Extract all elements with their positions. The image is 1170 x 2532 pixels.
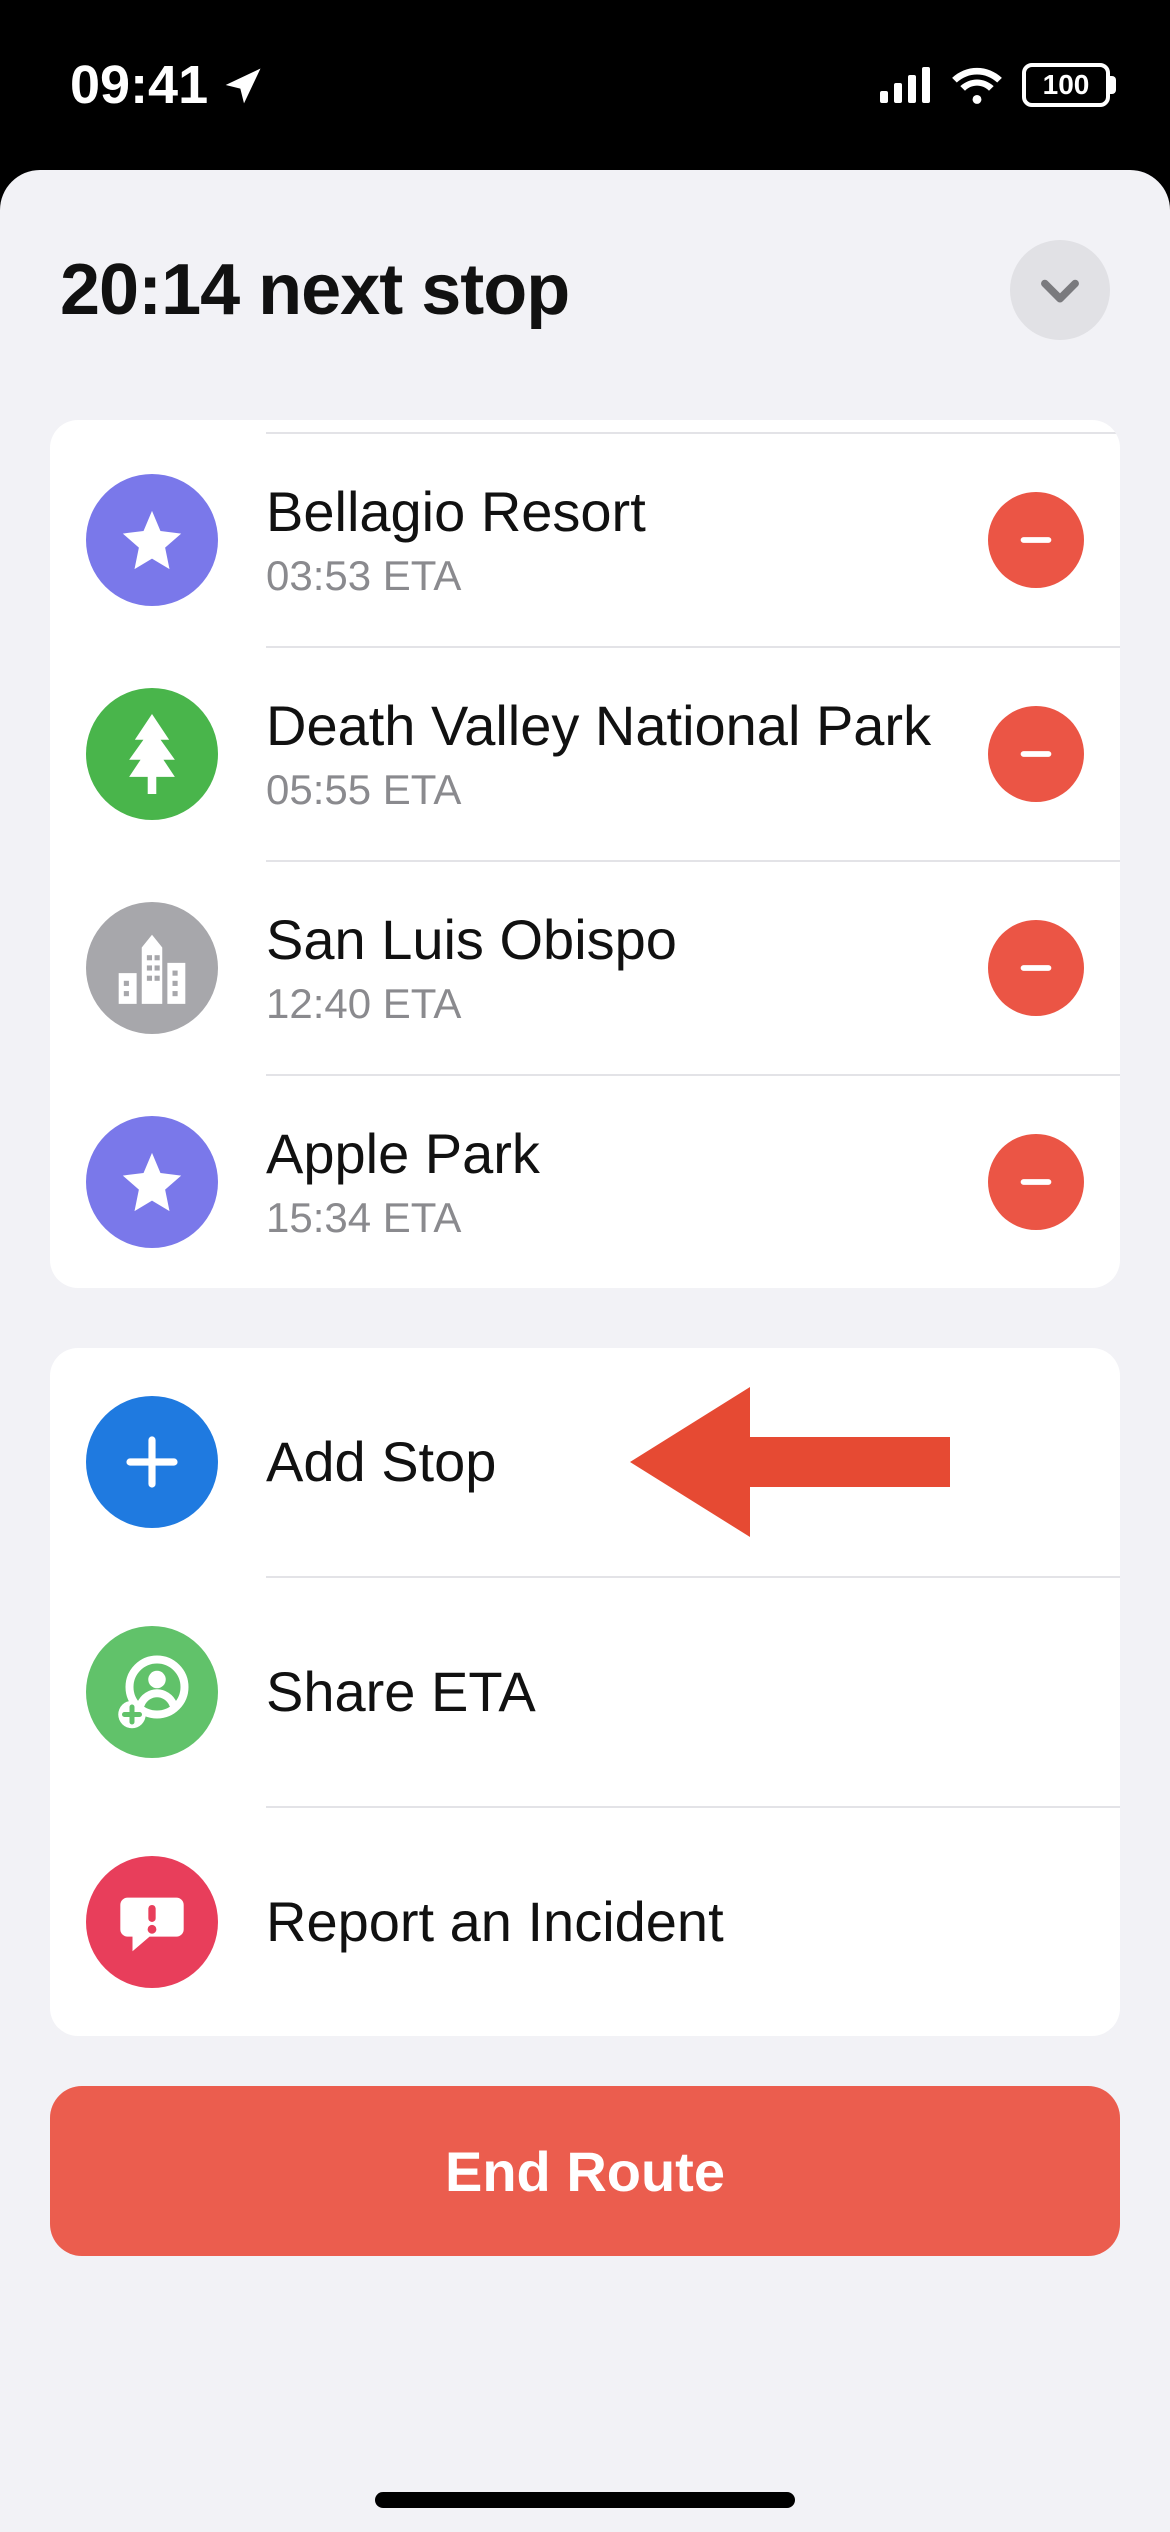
remove-stop-button[interactable]: [988, 1134, 1084, 1230]
share-eta-icon: [86, 1626, 218, 1758]
report-icon: [86, 1856, 218, 1988]
stop-name: Bellagio Resort: [266, 480, 968, 544]
location-icon: [222, 63, 266, 107]
remove-stop-button[interactable]: [988, 706, 1084, 802]
sheet-header: 20:14 next stop: [50, 170, 1120, 420]
end-route-label: End Route: [445, 2139, 725, 2204]
plus-icon: [86, 1396, 218, 1528]
stop-name: Death Valley National Park: [266, 694, 968, 758]
tree-icon: [86, 688, 218, 820]
battery-level-text: 100: [1043, 69, 1090, 101]
minus-icon: [1013, 731, 1059, 777]
stop-name: San Luis Obispo: [266, 908, 968, 972]
stop-eta: 05:55 ETA: [266, 766, 968, 814]
stop-eta: 15:34 ETA: [266, 1194, 968, 1242]
stop-eta: 12:40 ETA: [266, 980, 968, 1028]
share-eta-row[interactable]: Share ETA: [50, 1578, 1120, 1806]
clock-text: 09:41: [70, 54, 208, 116]
wifi-icon: [950, 65, 1004, 105]
status-right: 100: [880, 63, 1110, 107]
battery-icon: 100: [1022, 63, 1110, 107]
stops-list: Bellagio Resort 03:53 ETA: [50, 420, 1120, 1288]
stop-row[interactable]: Bellagio Resort 03:53 ETA: [50, 434, 1120, 646]
stop-row[interactable]: Apple Park 15:34 ETA: [50, 1076, 1120, 1288]
minus-icon: [1013, 945, 1059, 991]
route-sheet: 20:14 next stop Bellagio Resort: [0, 170, 1170, 2532]
status-left: 09:41: [70, 54, 266, 116]
stop-row[interactable]: Death Valley National Park 05:55 ETA: [50, 648, 1120, 860]
remove-stop-button[interactable]: [988, 492, 1084, 588]
add-stop-row[interactable]: Add Stop: [50, 1348, 1120, 1576]
action-label: Add Stop: [266, 1430, 1064, 1494]
status-bar: 09:41 100: [0, 0, 1170, 170]
home-indicator: [375, 2492, 795, 2508]
end-route-button[interactable]: End Route: [50, 2086, 1120, 2256]
cellular-icon: [880, 67, 932, 103]
page-title: 20:14 next stop: [60, 249, 569, 331]
report-incident-row[interactable]: Report an Incident: [50, 1808, 1120, 2036]
action-label: Report an Incident: [266, 1890, 1064, 1954]
star-icon: [86, 474, 218, 606]
action-label: Share ETA: [266, 1660, 1064, 1724]
stop-eta: 03:53 ETA: [266, 552, 968, 600]
minus-icon: [1013, 517, 1059, 563]
minus-icon: [1013, 1159, 1059, 1205]
actions-list: Add Stop: [50, 1348, 1120, 2036]
remove-stop-button[interactable]: [988, 920, 1084, 1016]
stop-name: Apple Park: [266, 1122, 968, 1186]
collapse-button[interactable]: [1010, 240, 1110, 340]
screen: 09:41 100 20: [0, 0, 1170, 2532]
chevron-down-icon: [1034, 264, 1086, 316]
city-icon: [86, 902, 218, 1034]
star-icon: [86, 1116, 218, 1248]
stop-row[interactable]: San Luis Obispo 12:40 ETA: [50, 862, 1120, 1074]
